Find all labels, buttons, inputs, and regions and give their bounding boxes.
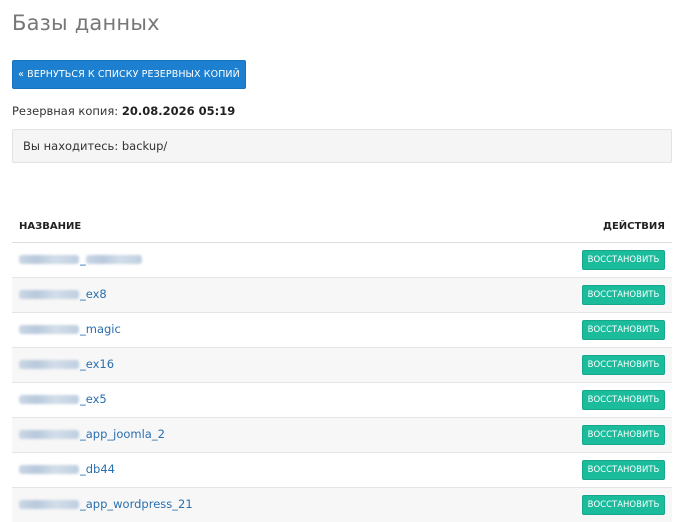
cell-name: _db44	[12, 452, 448, 488]
redacted-prefix	[19, 324, 79, 334]
redacted-prefix	[19, 429, 79, 439]
cell-actions: ВОССТАНОВИТЬ	[447, 487, 672, 522]
cell-name: _	[12, 242, 448, 278]
restore-button[interactable]: ВОССТАНОВИТЬ	[582, 389, 665, 410]
database-name-suffix: _ex16	[80, 357, 115, 372]
cell-name: _app_wordpress_21	[12, 487, 448, 522]
column-header-name: НАЗВАНИЕ	[12, 212, 448, 243]
backup-date: 20.08.2026 05:19	[121, 104, 236, 118]
table-row: _ex8 ВОССТАНОВИТЬ	[12, 277, 672, 313]
table-row: _app_wordpress_21 ВОССТАНОВИТЬ	[12, 487, 672, 522]
restore-button[interactable]: ВОССТАНОВИТЬ	[582, 354, 665, 375]
restore-button[interactable]: ВОССТАНОВИТЬ	[582, 319, 665, 340]
restore-button[interactable]: ВОССТАНОВИТЬ	[582, 284, 665, 305]
table-row: _ex16 ВОССТАНОВИТЬ	[12, 347, 672, 383]
table-row: _magic ВОССТАНОВИТЬ	[12, 312, 672, 348]
redacted-prefix	[19, 394, 79, 404]
cell-actions: ВОССТАНОВИТЬ	[447, 347, 672, 383]
database-name-suffix: _magic	[80, 322, 121, 337]
database-link[interactable]: _app_joomla_2	[19, 427, 165, 441]
database-link[interactable]: _ex16	[19, 357, 114, 371]
cell-actions: ВОССТАНОВИТЬ	[447, 382, 672, 418]
cell-name: _ex8	[12, 277, 448, 313]
table-header-row: НАЗВАНИЕ ДЕЙСТВИЯ	[12, 212, 672, 243]
restore-button[interactable]: ВОССТАНОВИТЬ	[582, 494, 665, 515]
database-name-suffix: _app_joomla_2	[80, 427, 165, 442]
database-link[interactable]: _magic	[19, 322, 121, 336]
redacted-prefix	[19, 289, 79, 299]
redacted-prefix	[19, 359, 79, 369]
database-link[interactable]: _app_wordpress_21	[19, 497, 193, 511]
restore-button[interactable]: ВОССТАНОВИТЬ	[582, 424, 665, 445]
database-name-suffix: _ex8	[80, 287, 107, 302]
redacted-prefix	[19, 499, 79, 509]
cell-actions: ВОССТАНОВИТЬ	[447, 417, 672, 453]
cell-actions: ВОССТАНОВИТЬ	[447, 277, 672, 313]
cell-actions: ВОССТАНОВИТЬ	[447, 242, 672, 278]
database-link[interactable]: _	[19, 252, 143, 266]
cell-name: _ex5	[12, 382, 448, 418]
restore-button[interactable]: ВОССТАНОВИТЬ	[582, 459, 665, 480]
redacted-suffix	[85, 254, 142, 264]
table-row: _app_joomla_2 ВОССТАНОВИТЬ	[12, 417, 672, 453]
cell-name: _app_joomla_2	[12, 417, 448, 453]
back-to-backups-button[interactable]: « ВЕРНУТЬСЯ К СПИСКУ РЕЗЕРВНЫХ КОПИЙ	[12, 60, 246, 89]
location-text: Вы находитесь: backup/	[23, 139, 168, 153]
database-name-suffix: _	[80, 252, 86, 267]
restore-button[interactable]: ВОССТАНОВИТЬ	[582, 249, 665, 270]
database-link[interactable]: _db44	[19, 462, 115, 476]
table-row: _ ВОССТАНОВИТЬ	[12, 242, 672, 278]
redacted-prefix	[19, 254, 79, 264]
database-name-suffix: _db44	[80, 462, 115, 477]
database-link[interactable]: _ex5	[19, 392, 107, 406]
location-breadcrumb: Вы находитесь: backup/	[12, 129, 672, 163]
cell-name: _ex16	[12, 347, 448, 383]
page: Базы данных « ВЕРНУТЬСЯ К СПИСКУ РЕЗЕРВН…	[0, 0, 683, 522]
backup-info: Резервная копия: 20.08.2026 05:19	[12, 104, 235, 118]
database-name-suffix: _ex5	[80, 392, 107, 407]
database-name-suffix: _app_wordpress_21	[80, 497, 193, 512]
backup-label: Резервная копия:	[12, 104, 122, 118]
database-link[interactable]: _ex8	[19, 287, 107, 301]
redacted-prefix	[19, 464, 79, 474]
page-title: Базы данных	[12, 11, 160, 35]
databases-table: НАЗВАНИЕ ДЕЙСТВИЯ _ ВОССТАНОВИТЬ _ex8 ВО…	[12, 212, 672, 522]
column-header-actions: ДЕЙСТВИЯ	[447, 212, 672, 243]
table-row: _ex5 ВОССТАНОВИТЬ	[12, 382, 672, 418]
cell-actions: ВОССТАНОВИТЬ	[447, 452, 672, 488]
cell-actions: ВОССТАНОВИТЬ	[447, 312, 672, 348]
cell-name: _magic	[12, 312, 448, 348]
table-row: _db44 ВОССТАНОВИТЬ	[12, 452, 672, 488]
